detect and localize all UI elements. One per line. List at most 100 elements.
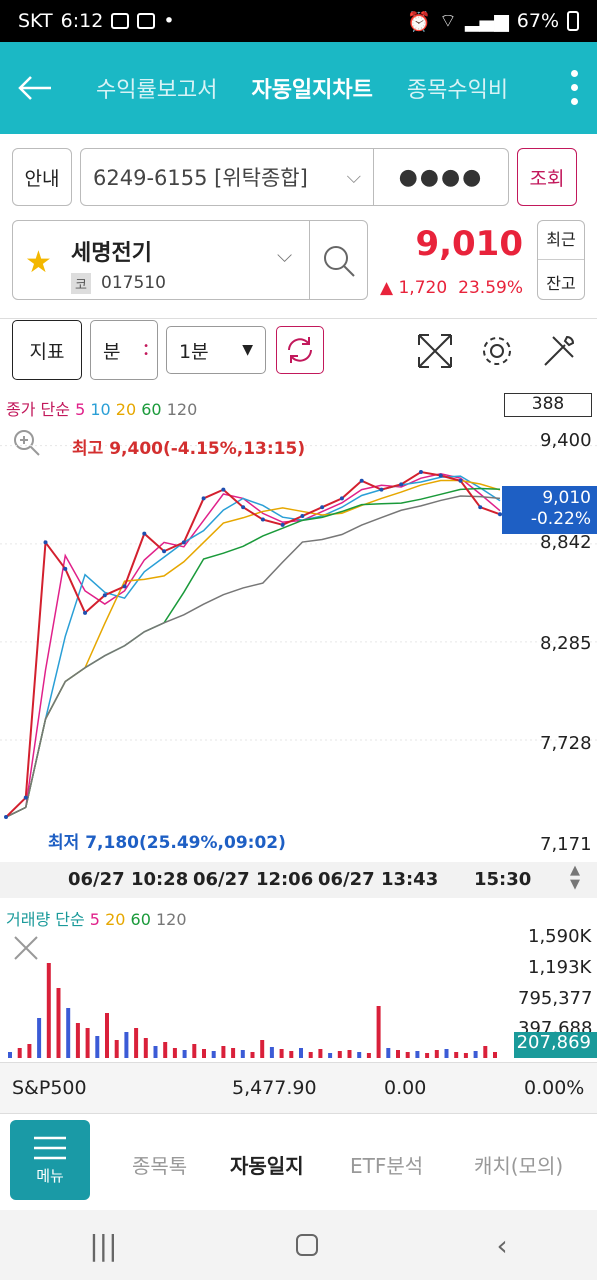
volume-bar bbox=[66, 1008, 71, 1058]
volume-bar bbox=[231, 1048, 236, 1058]
price-point bbox=[221, 487, 226, 492]
recents-icon[interactable]: ||| bbox=[89, 1229, 117, 1262]
volume-bar bbox=[473, 1051, 478, 1058]
price-tick: 9,400 bbox=[540, 430, 592, 451]
stock-code: 017510 bbox=[101, 273, 166, 293]
price-point bbox=[438, 473, 443, 478]
stock-selector[interactable]: ★ 세명전기 코 017510 ⌵ bbox=[12, 220, 368, 300]
marker-pct: -0.22% bbox=[530, 509, 591, 529]
back-button[interactable] bbox=[0, 42, 70, 134]
legend-prefix: 종가 단순 bbox=[6, 400, 70, 419]
scroll-arrows-icon[interactable]: ▲ ▼ bbox=[570, 864, 580, 892]
time-tick: 06/27 10:28 bbox=[68, 869, 189, 890]
nav-item-catch[interactable]: 캐치(모의) bbox=[474, 1150, 563, 1179]
high-label: 최고 9,400(-4.15%,13:15) bbox=[72, 439, 306, 459]
nav-item-etf[interactable]: ETF분석 bbox=[350, 1150, 423, 1179]
volume-bar bbox=[357, 1052, 362, 1058]
account-row: 안내 6249-6155 [위탁종합] ⌵ ●●●● 조회 bbox=[12, 148, 585, 206]
star-icon[interactable]: ★ bbox=[25, 245, 52, 280]
low-label: 최저 7,180(25.49%,09:02) bbox=[48, 833, 286, 853]
volume-bar bbox=[260, 1040, 265, 1058]
volume-chart[interactable]: 거래량 단순 5 20 60 120 1,590K 1,193K 795,377… bbox=[0, 898, 597, 1062]
back-nav-icon[interactable]: ‹ bbox=[497, 1229, 508, 1262]
divider bbox=[309, 221, 310, 299]
volume-bar bbox=[493, 1052, 497, 1058]
legend-ma-20: 20 bbox=[115, 400, 137, 419]
price-chart[interactable]: 종가 단순 5 10 20 60 120 388 최고 9,400(-4.15%… bbox=[0, 388, 597, 862]
volume-bar bbox=[143, 1038, 148, 1058]
volume-bar bbox=[56, 988, 61, 1058]
volume-bar bbox=[396, 1050, 400, 1058]
volume-bar bbox=[8, 1052, 12, 1058]
index-name: S&P500 bbox=[12, 1077, 87, 1099]
nav-item-stock-talk[interactable]: 종목톡 bbox=[132, 1150, 187, 1179]
legend-ma-20: 20 bbox=[105, 910, 126, 929]
volume-bar bbox=[124, 1032, 129, 1058]
price-point bbox=[320, 505, 325, 510]
home-icon[interactable] bbox=[296, 1234, 319, 1256]
tab-auto-journal-chart[interactable]: 자동일지차트 bbox=[251, 72, 372, 104]
volume-bar bbox=[347, 1050, 352, 1058]
tab-stock-profit[interactable]: 종목수익비 bbox=[407, 72, 508, 104]
recent-balance-button[interactable]: 최근 잔고 bbox=[537, 220, 585, 300]
volume-bar bbox=[337, 1051, 342, 1058]
stock-name: 세명전기 bbox=[71, 241, 152, 266]
guide-button[interactable]: 안내 bbox=[12, 148, 72, 206]
market-badge: 코 bbox=[71, 273, 91, 294]
indicator-button[interactable]: 지표 bbox=[12, 320, 82, 380]
time-axis: 06/27 10:28 06/27 12:06 06/27 13:43 15:3… bbox=[0, 862, 597, 898]
price-point bbox=[399, 482, 404, 487]
period-type-button[interactable]: 분 • • bbox=[90, 320, 158, 380]
legend-ma-10: 10 bbox=[90, 400, 111, 419]
volume-bar bbox=[269, 1047, 274, 1058]
wifi-icon: ⌔ bbox=[439, 10, 457, 32]
legend-ma-120: 120 bbox=[155, 910, 187, 929]
volume-bar bbox=[386, 1048, 391, 1058]
more-menu-icon[interactable] bbox=[571, 70, 579, 105]
volume-bar bbox=[376, 1006, 381, 1058]
index-ticker[interactable]: S&P500 5,477.90 0.00 0.00% bbox=[0, 1062, 597, 1114]
volume-bar bbox=[95, 1036, 100, 1058]
search-icon[interactable] bbox=[321, 243, 357, 279]
price-tick: 8,285 bbox=[540, 633, 592, 654]
volume-tick: 397,688 bbox=[518, 1018, 593, 1032]
volume-tick: 795,377 bbox=[518, 988, 593, 1009]
volume-bar bbox=[85, 1028, 90, 1058]
password-field[interactable]: ●●●● bbox=[373, 148, 509, 206]
volume-bar bbox=[463, 1053, 468, 1058]
chart-toolbar: 지표 분 • • 1분 ▼ bbox=[0, 318, 597, 384]
time-tick: 06/27 12:06 bbox=[193, 869, 314, 890]
nav-item-auto-journal[interactable]: 자동일지 bbox=[230, 1150, 304, 1179]
volume-bar bbox=[192, 1044, 197, 1058]
query-button[interactable]: 조회 bbox=[517, 148, 577, 206]
index-value: 5,477.90 bbox=[232, 1077, 317, 1099]
account-select[interactable]: 6249-6155 [위탁종합] ⌵ bbox=[80, 148, 374, 206]
gear-icon[interactable] bbox=[478, 332, 516, 370]
price-tick: 7,728 bbox=[540, 733, 592, 754]
volume-bar bbox=[434, 1050, 439, 1058]
fullscreen-icon[interactable] bbox=[416, 332, 454, 370]
volume-bar bbox=[202, 1049, 206, 1058]
refresh-button[interactable] bbox=[276, 326, 324, 374]
tab-return-report[interactable]: 수익률보고서 bbox=[96, 72, 217, 104]
price-change-pct: 23.59% bbox=[458, 278, 523, 298]
battery-icon bbox=[567, 11, 579, 31]
volume-bar bbox=[163, 1042, 168, 1058]
gallery-icon bbox=[137, 13, 156, 29]
price-series-line bbox=[5, 470, 501, 818]
volume-bar bbox=[318, 1049, 323, 1058]
hamburger-icon bbox=[34, 1136, 66, 1159]
volume-bar bbox=[114, 1040, 119, 1058]
menu-button[interactable]: 메뉴 bbox=[10, 1120, 90, 1200]
tools-icon[interactable] bbox=[540, 332, 578, 370]
period-select[interactable]: 1분 ▼ bbox=[166, 326, 266, 374]
volume-bar bbox=[483, 1046, 488, 1058]
notification-icon bbox=[111, 13, 130, 29]
volume-bar bbox=[182, 1050, 187, 1058]
index-pct: 0.00% bbox=[524, 1077, 585, 1099]
price-point bbox=[181, 540, 186, 545]
period-type-label: 분 bbox=[103, 340, 121, 363]
price-change: ▲ 1,720 bbox=[380, 278, 448, 298]
volume-bar bbox=[454, 1052, 459, 1058]
marker-price: 9,010 bbox=[542, 488, 591, 508]
